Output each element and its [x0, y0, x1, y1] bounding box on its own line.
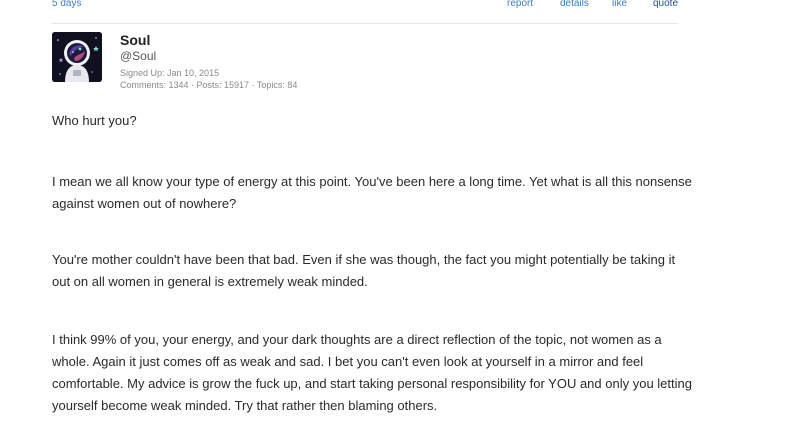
like-link[interactable]: like: [612, 0, 627, 9]
post-paragraph: I mean we all know your type of energy a…: [52, 174, 692, 211]
post-paragraph: You're mother couldn't have been that ba…: [52, 252, 676, 289]
post-divider: [52, 23, 678, 24]
author-name[interactable]: Soul: [120, 31, 297, 49]
astronaut-avatar-icon: [52, 32, 102, 82]
post-actions: report details like quote: [0, 0, 800, 12]
author-signup-date: Signed Up: Jan 10, 2015: [120, 68, 220, 78]
quote-link[interactable]: quote: [653, 0, 678, 9]
post-meta-bar: 5 days report details like quote: [0, 0, 800, 22]
details-link[interactable]: details: [560, 0, 589, 9]
report-link[interactable]: report: [507, 0, 533, 9]
post-paragraph: I think 99% of you, your energy, and you…: [52, 332, 692, 413]
author-info: Soul @Soul Signed Up: Jan 10, 2015 Comme…: [120, 31, 297, 91]
author-handle: @Soul: [120, 49, 157, 63]
post-paragraph: Who hurt you?: [52, 113, 137, 128]
avatar[interactable]: [52, 32, 102, 82]
author-stats: Comments: 1344 · Posts: 15917 · Topics: …: [120, 80, 298, 90]
